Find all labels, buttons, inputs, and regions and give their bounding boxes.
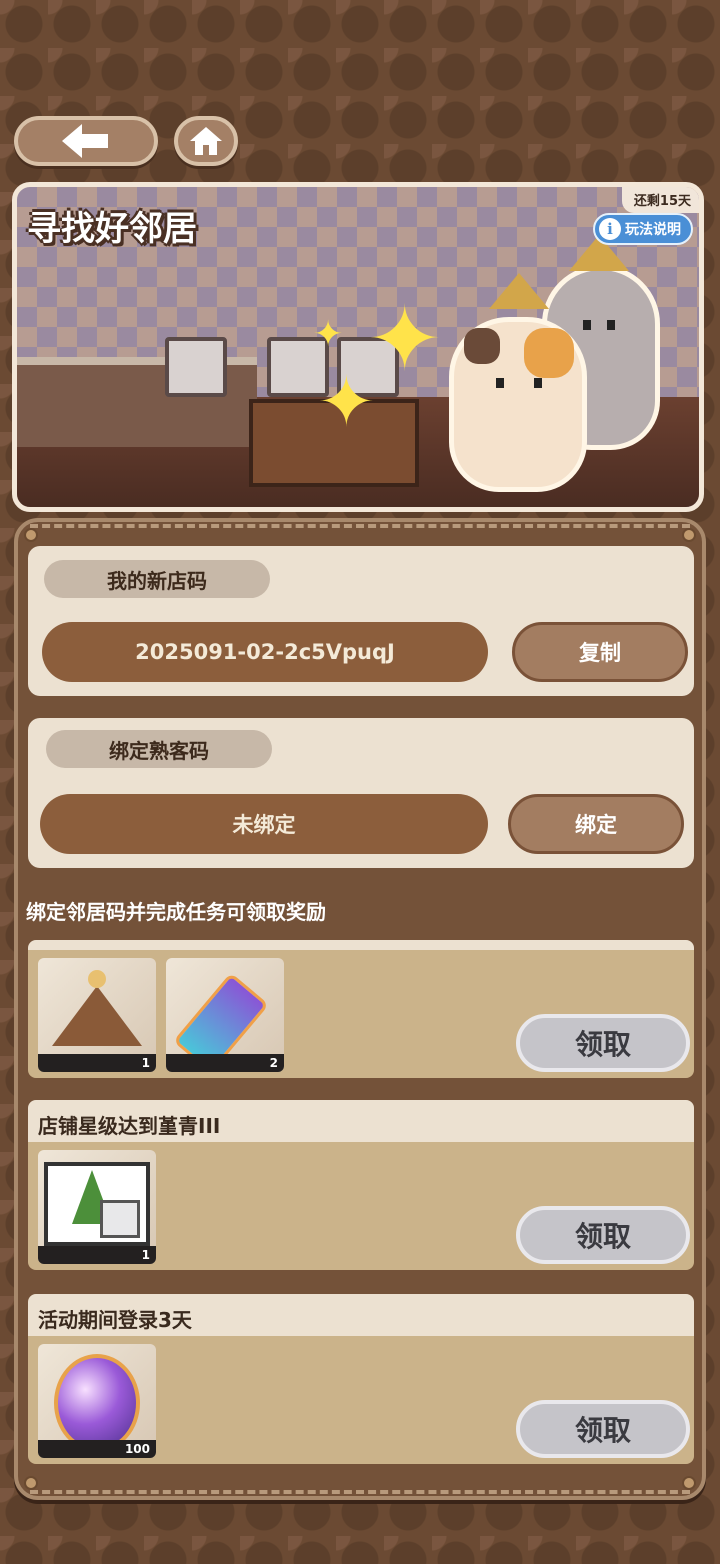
rivet-decoration	[682, 1476, 696, 1490]
rewards-heading: 绑定邻居码并完成任务可领取奖励	[26, 900, 326, 924]
task-rewards: 1 领取	[28, 1142, 694, 1270]
reward-item[interactable]: 2	[166, 958, 284, 1072]
bind-code-label: 绑定熟客码	[46, 730, 272, 768]
back-button[interactable]	[14, 116, 158, 166]
arrow-left-icon	[62, 124, 108, 158]
task-title: 店铺星级达到堇青III	[28, 1100, 694, 1142]
crown-icon	[489, 273, 549, 309]
rules-label: 玩法说明	[625, 222, 681, 238]
neighbor-panel: 我的新店码 2025091-02-2c5VpuqJ 复制 绑定熟客码 未绑定 绑…	[14, 518, 706, 1500]
copy-button[interactable]: 复制	[512, 622, 688, 682]
crown-gem-decoration	[88, 970, 106, 988]
gem-egg-icon	[54, 1354, 140, 1452]
home-icon	[190, 127, 222, 155]
claim-button[interactable]: 领取	[516, 1206, 690, 1264]
shop-code-field: 2025091-02-2c5VpuqJ	[42, 622, 488, 682]
task-card: 1 2 领取	[28, 940, 694, 1078]
shop-code-label: 我的新店码	[44, 560, 270, 598]
bind-button[interactable]: 绑定	[508, 794, 684, 854]
reward-count: 1	[38, 1054, 156, 1072]
shop-code-card: 我的新店码 2025091-02-2c5VpuqJ 复制	[28, 546, 694, 696]
crown-icon	[52, 986, 142, 1046]
reward-item[interactable]: 1	[38, 1150, 156, 1264]
reward-item[interactable]: 100	[38, 1344, 156, 1458]
sparkle-icon: ✦	[313, 314, 344, 355]
event-banner: ✦ ✦ ✦ 寻找好邻居 还剩15天 i 玩法说明	[12, 182, 704, 512]
remaining-days-badge: 还剩15天	[621, 187, 699, 213]
oven-illustration	[165, 337, 227, 397]
claim-button[interactable]: 领取	[516, 1014, 690, 1072]
info-icon: i	[599, 218, 621, 240]
bind-code-field[interactable]: 未绑定	[40, 794, 488, 854]
rules-button[interactable]: i 玩法说明	[593, 213, 693, 245]
reward-item[interactable]: 1	[38, 958, 156, 1072]
rivet-decoration	[682, 528, 696, 542]
claim-button[interactable]: 领取	[516, 1400, 690, 1458]
rivet-decoration	[24, 528, 38, 542]
calico-cat-illustration	[449, 317, 587, 492]
task-card: 店铺星级达到堇青III 1 领取	[28, 1100, 694, 1270]
task-title	[28, 940, 694, 950]
task-rewards: 100 领取	[28, 1336, 694, 1464]
rivet-decoration	[24, 1476, 38, 1490]
reward-count: 2	[166, 1054, 284, 1072]
task-rewards: 1 2 领取	[28, 950, 694, 1078]
reward-count: 1	[38, 1246, 156, 1264]
sparkle-icon: ✦	[367, 287, 443, 392]
home-button[interactable]	[174, 116, 238, 166]
task-card: 活动期间登录3天 100 领取	[28, 1294, 694, 1464]
dice-icon	[100, 1200, 140, 1238]
bind-code-card: 绑定熟客码 未绑定 绑定	[28, 718, 694, 868]
reward-count: 100	[38, 1440, 156, 1458]
banner-title: 寻找好邻居	[27, 209, 197, 249]
task-title: 活动期间登录3天	[28, 1294, 694, 1336]
